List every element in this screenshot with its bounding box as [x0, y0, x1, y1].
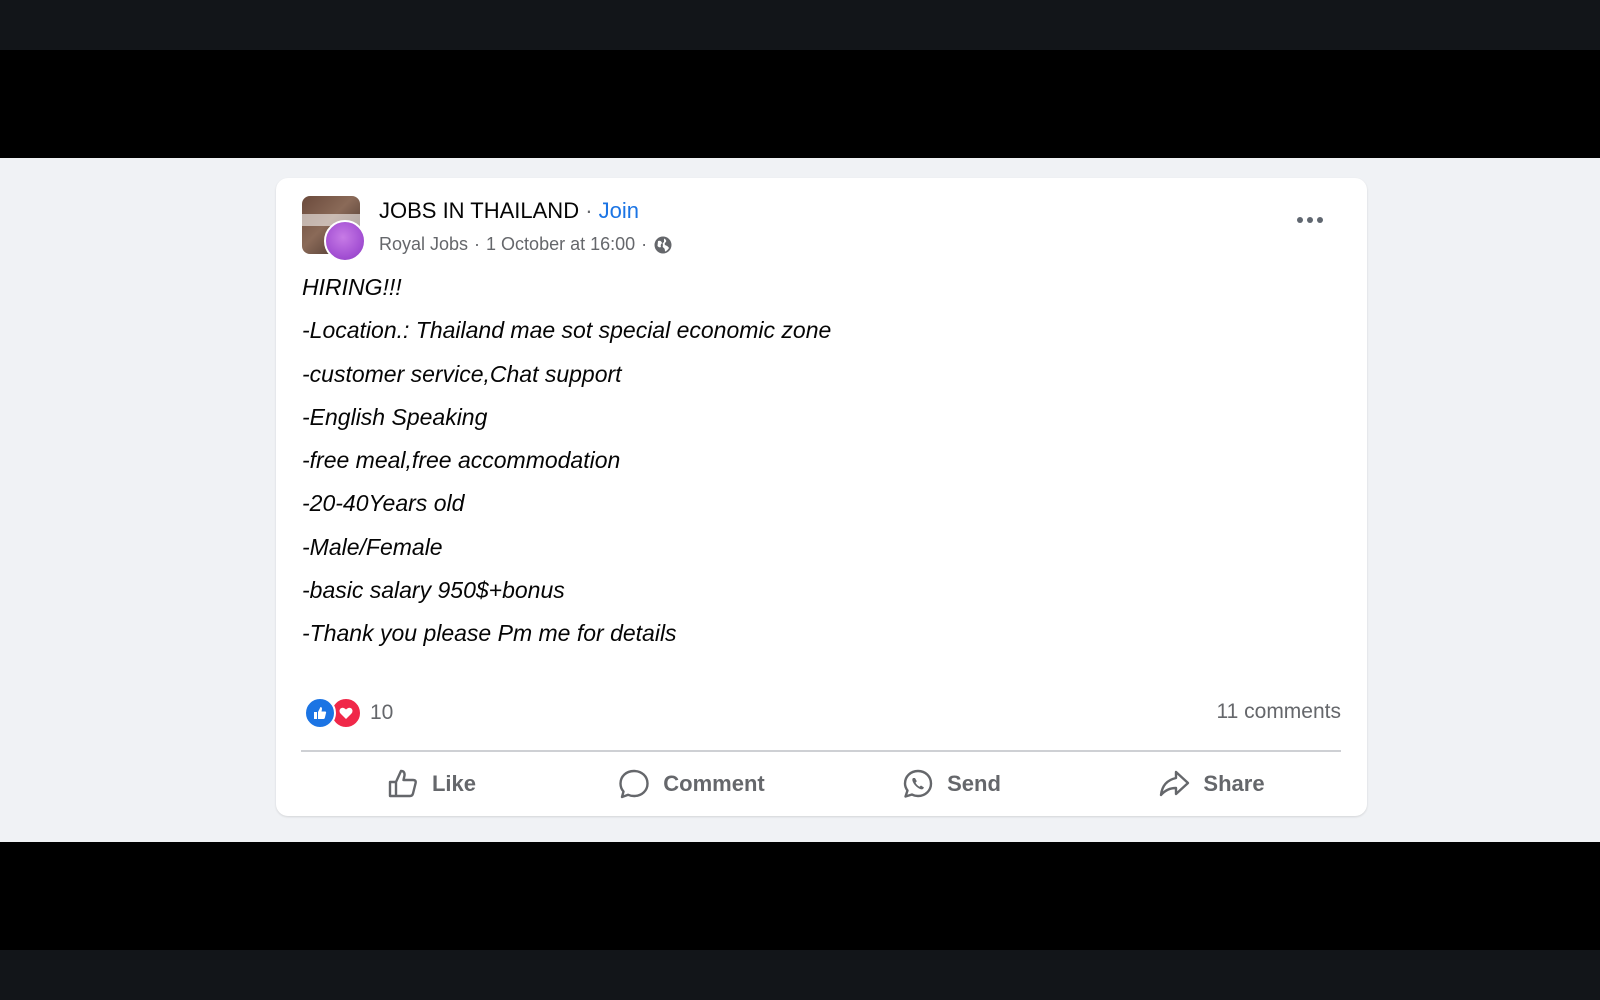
join-group-button[interactable]: Join	[599, 198, 639, 223]
author-name-link[interactable]: Royal Jobs	[379, 234, 468, 255]
actions-divider	[301, 750, 1341, 752]
like-reaction-icon	[304, 697, 336, 729]
globe-icon[interactable]	[653, 235, 673, 255]
group-name-link[interactable]: JOBS IN THAILAND	[379, 198, 579, 223]
share-arrow-icon	[1160, 770, 1190, 797]
whatsapp-icon	[903, 769, 933, 798]
send-button[interactable]: Send	[821, 756, 1081, 812]
meta-separator-2: ·	[641, 234, 648, 254]
bottom-letterbox-bar	[0, 950, 1600, 1000]
post-timestamp[interactable]: 1 October at 16:00	[486, 234, 635, 255]
post-line: -free meal,free accommodation	[302, 447, 621, 474]
thumbs-up-icon	[388, 769, 417, 798]
share-button[interactable]: Share	[1081, 756, 1341, 812]
post-line: -English Speaking	[302, 403, 488, 430]
reactions-summary[interactable]: 10	[304, 697, 394, 729]
post-actions-bar: Like Comment Send Share	[301, 756, 1341, 812]
comment-bubble-icon	[619, 769, 649, 799]
like-button[interactable]: Like	[301, 756, 561, 812]
post-card: JOBS IN THAILAND · Join Royal Jobs · 1 O…	[276, 178, 1367, 816]
like-label: Like	[431, 771, 477, 796]
post-avatars[interactable]	[302, 196, 366, 262]
post-header-title: JOBS IN THAILAND · Join	[379, 198, 639, 224]
meta-separator: ·	[474, 234, 481, 254]
post-meta: Royal Jobs · 1 October at 16:00 ·	[379, 234, 673, 255]
header-separator: ·	[585, 198, 593, 223]
post-line: HIRING!!!	[302, 274, 402, 300]
post-line: -20-40Years old	[302, 490, 465, 517]
post-line: -basic salary 950$+bonus	[302, 577, 565, 604]
author-avatar[interactable]	[324, 220, 366, 262]
comment-button[interactable]: Comment	[561, 756, 821, 812]
post-line: -customer service,Chat support	[302, 360, 622, 387]
post-line: -Male/Female	[302, 533, 443, 560]
post-text: HIRING!!! -Location.: Thailand mae sot s…	[302, 272, 1302, 662]
more-options-icon[interactable]	[1294, 210, 1326, 230]
share-label: Share	[1203, 771, 1265, 796]
reaction-count: 10	[370, 701, 394, 724]
post-line: -Location.: Thailand mae sot special eco…	[302, 317, 832, 344]
send-label: Send	[947, 771, 1001, 796]
post-line: -Thank you please Pm me for details	[302, 620, 677, 647]
top-letterbox-bar	[0, 0, 1600, 50]
comments-count-link[interactable]: 11 comments	[1217, 700, 1342, 724]
comment-label: Comment	[663, 771, 765, 796]
